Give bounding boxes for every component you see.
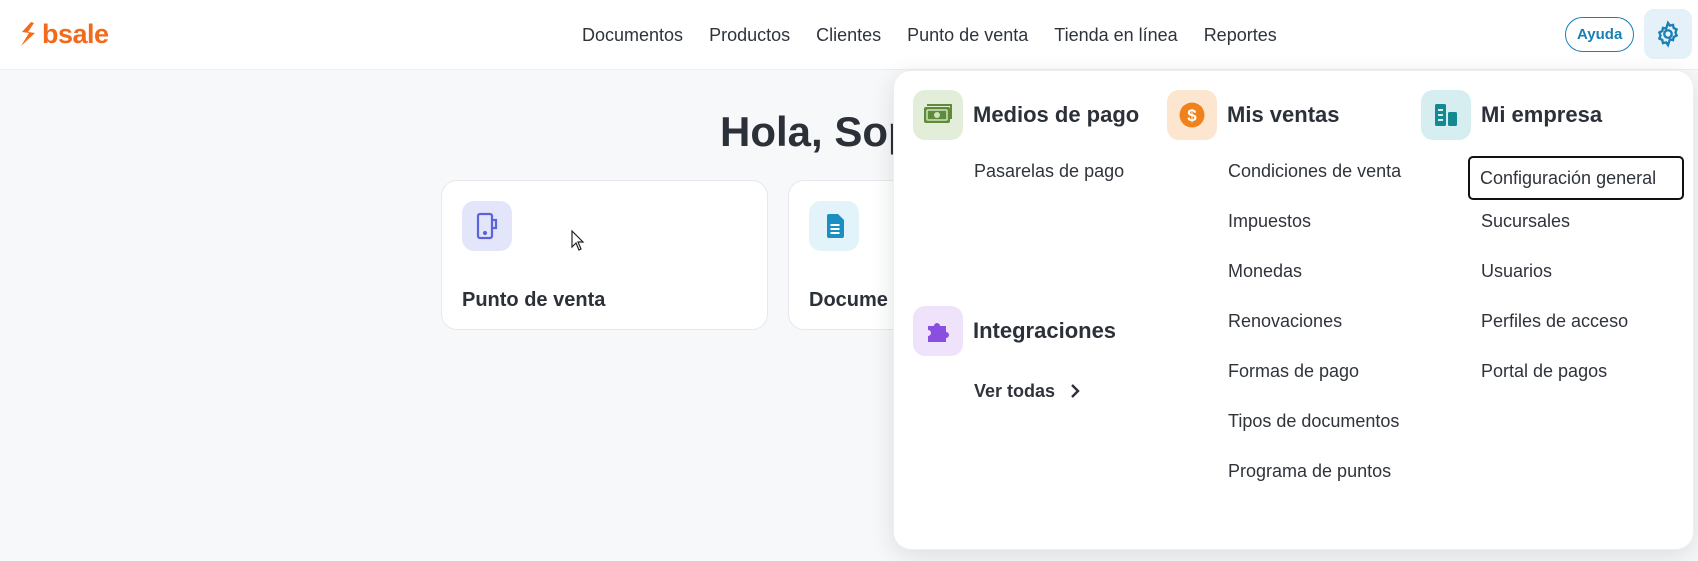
link-renovaciones[interactable]: Renovaciones: [1228, 309, 1342, 333]
mouse-cursor-icon: [571, 230, 585, 251]
link-perfiles-de-acceso[interactable]: Perfiles de acceso: [1481, 309, 1628, 333]
link-formas-de-pago[interactable]: Formas de pago: [1228, 359, 1359, 383]
section-integraciones: Integraciones: [913, 306, 1116, 356]
help-button[interactable]: Ayuda: [1565, 17, 1635, 52]
link-impuestos[interactable]: Impuestos: [1228, 209, 1311, 233]
gear-icon: [1657, 20, 1679, 48]
card-title-documentos: Docume: [809, 289, 888, 311]
section-title-mi-empresa: Mi empresa: [1481, 102, 1603, 127]
card-punto-de-venta[interactable]: Punto de venta: [441, 180, 768, 330]
dollar-coin-icon: $: [1167, 90, 1217, 140]
section-title-integraciones: Integraciones: [973, 318, 1117, 343]
document-icon: [809, 201, 859, 251]
section-mi-empresa: Mi empresa: [1421, 90, 1602, 140]
top-bar: bsale Documentos Productos Clientes Punt…: [0, 0, 1698, 70]
link-programa-de-puntos[interactable]: Programa de puntos: [1228, 459, 1391, 483]
link-configuracion-general[interactable]: Configuración general: [1468, 156, 1684, 200]
link-tipos-de-documentos[interactable]: Tipos de documentos: [1228, 409, 1399, 433]
link-usuarios[interactable]: Usuarios: [1481, 259, 1552, 283]
greeting-title: Hola, Sop: [720, 108, 914, 155]
settings-dropdown-panel: Medios de pago Pasarelas de pago Integra…: [893, 70, 1694, 550]
building-icon: [1421, 90, 1471, 140]
link-condiciones-de-venta[interactable]: Condiciones de venta: [1228, 159, 1401, 183]
link-portal-de-pagos[interactable]: Portal de pagos: [1481, 359, 1607, 383]
link-monedas[interactable]: Monedas: [1228, 259, 1302, 283]
section-title-mis-ventas: Mis ventas: [1227, 102, 1340, 127]
nav-item-documentos[interactable]: Documentos: [582, 22, 696, 48]
link-sucursales[interactable]: Sucursales: [1481, 209, 1570, 233]
bsale-logo-mark-icon: [21, 22, 35, 46]
ver-todas-label: Ver todas: [974, 381, 1056, 401]
nav-item-tienda-en-linea[interactable]: Tienda en línea: [1041, 22, 1190, 48]
section-mis-ventas: $ Mis ventas: [1167, 90, 1340, 140]
link-ver-todas[interactable]: Ver todas: [974, 379, 1081, 403]
nav-item-reportes[interactable]: Reportes: [1191, 22, 1290, 48]
pos-tablet-icon: [462, 201, 512, 251]
link-pasarelas-de-pago[interactable]: Pasarelas de pago: [974, 159, 1124, 183]
cash-icon: [913, 90, 963, 140]
card-title-punto-de-venta: Punto de venta: [462, 289, 606, 311]
main-nav: Documentos Productos Clientes Punto de v…: [582, 22, 1290, 48]
section-medios-de-pago: Medios de pago: [913, 90, 1139, 140]
brand-name: bsale: [42, 19, 109, 49]
section-title-medios-de-pago: Medios de pago: [973, 102, 1140, 127]
puzzle-icon: [913, 306, 963, 356]
bsale-logo[interactable]: bsale: [18, 20, 109, 48]
nav-item-punto-de-venta[interactable]: Punto de venta: [894, 22, 1041, 48]
svg-text:$: $: [1187, 106, 1197, 125]
chevron-right-icon: [1071, 384, 1080, 398]
nav-item-clientes[interactable]: Clientes: [803, 22, 894, 48]
nav-item-productos[interactable]: Productos: [696, 22, 803, 48]
settings-button[interactable]: [1644, 9, 1692, 59]
